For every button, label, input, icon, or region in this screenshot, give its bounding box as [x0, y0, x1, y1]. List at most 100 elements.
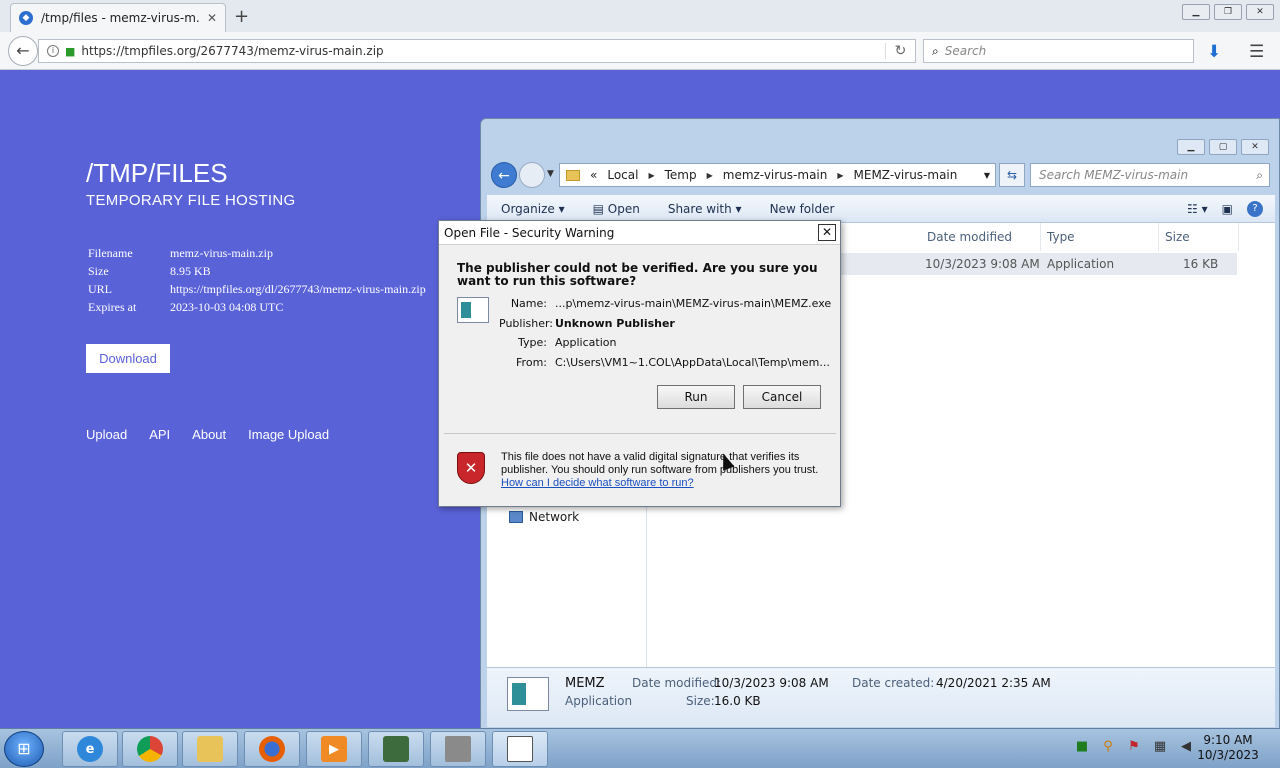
field-row: Name: ...p\memz-virus-main\MEMZ-virus-mai… — [499, 294, 831, 314]
breadcrumb-memz-virus-main[interactable]: memz-virus-main — [723, 168, 828, 182]
details-name: MEMZ — [565, 676, 605, 691]
browser-search-input[interactable]: ⌕ Search — [923, 39, 1194, 63]
file-type: Application — [1047, 257, 1115, 271]
browser-window-controls: ▁ ❐ ✕ — [1182, 4, 1274, 20]
breadcrumb-chevron-icon[interactable]: ▶ — [707, 171, 713, 180]
taskbar-firewall[interactable] — [430, 731, 486, 767]
taskbar-network-monitor[interactable] — [368, 731, 424, 767]
field-row: Type: Application — [499, 333, 831, 353]
taskbar-firefox[interactable] — [244, 731, 300, 767]
system-tray: ■ ⚲ ⚑ ▦ ◀ — [1074, 739, 1194, 755]
organize-button[interactable]: Organize ▾ — [487, 202, 579, 216]
breadcrumb-temp[interactable]: Temp — [665, 168, 697, 182]
dialog-close-button[interactable]: ✕ — [818, 224, 836, 241]
details-size-label: Size: — [686, 694, 715, 708]
explorer-refresh-icon[interactable]: ⇆ — [999, 163, 1025, 187]
start-button[interactable]: ⊞ — [4, 731, 44, 767]
cancel-button[interactable]: Cancel — [743, 385, 821, 409]
file-metadata: Filename memz-virus-main.zip Size 8.95 KB … — [88, 246, 426, 318]
breadcrumb-memz-virus-main-sub[interactable]: MEMZ-virus-main — [854, 168, 958, 182]
breadcrumb-chevron-icon[interactable]: ▶ — [648, 171, 654, 180]
nav-about[interactable]: About — [192, 427, 226, 442]
maximize-icon[interactable]: ▢ — [1209, 139, 1237, 155]
browser-tab[interactable]: ◆ /tmp/files - memz-virus-m... ✕ — [10, 3, 226, 32]
history-dropdown-icon[interactable]: ▼ — [547, 169, 554, 179]
meta-value: 2023-10-03 04:08 UTC — [170, 300, 284, 314]
back-button[interactable]: ← — [8, 36, 38, 66]
downloads-icon[interactable]: ⬇ — [1207, 42, 1221, 62]
tray-search-icon[interactable]: ⚲ — [1100, 739, 1116, 755]
application-icon — [507, 736, 533, 762]
tab-close-icon[interactable]: ✕ — [207, 11, 217, 25]
breadcrumb-overflow[interactable]: « — [590, 168, 597, 182]
close-icon[interactable]: ✕ — [1241, 139, 1269, 155]
close-icon[interactable]: ✕ — [1246, 4, 1274, 20]
hamburger-menu-icon[interactable]: ☰ — [1249, 42, 1264, 62]
site-subtitle: TEMPORARY FILE HOSTING — [86, 192, 296, 209]
explorer-forward-button[interactable] — [519, 162, 545, 188]
tray-flag-icon[interactable]: ⚑ — [1126, 739, 1142, 755]
nav-item-network[interactable]: Network — [509, 510, 579, 524]
view-options-icon[interactable]: ☷ ▾ — [1187, 202, 1208, 216]
details-pane: MEMZ Application Date modified: 10/3/202… — [487, 667, 1275, 727]
help-icon[interactable]: ? — [1247, 200, 1263, 217]
address-dropdown-icon[interactable]: ▼ — [979, 171, 995, 180]
explorer-address-bar[interactable]: « Local ▶ Temp ▶ memz-virus-main ▶ MEMZ-… — [559, 163, 996, 187]
share-with-button[interactable]: Share with ▾ — [654, 202, 756, 216]
taskbar-ie[interactable]: e — [62, 731, 118, 767]
taskbar-chrome[interactable] — [122, 731, 178, 767]
folder-icon — [566, 169, 580, 181]
nav-api[interactable]: API — [149, 427, 170, 442]
field-from-value: C:\Users\VM1~1.COL\AppData\Local\Temp\me… — [555, 355, 830, 369]
help-link[interactable]: How can I decide what software to run? — [501, 477, 694, 489]
info-icon[interactable]: i — [47, 45, 59, 57]
taskbar-clock[interactable]: 9:10 AM 10/3/2023 — [1196, 733, 1260, 763]
column-size[interactable]: Size — [1159, 223, 1239, 251]
field-row: Publisher: Unknown Publisher — [499, 314, 831, 334]
browser-navbar: i ■ https://tmpfiles.org/2677743/memz-vi… — [0, 32, 1280, 70]
reload-icon[interactable]: ↻ — [885, 43, 915, 59]
breadcrumb-local[interactable]: Local — [607, 168, 638, 182]
taskbar-media-player[interactable]: ▶ — [306, 731, 362, 767]
taskbar-security-warning[interactable] — [492, 731, 548, 767]
breadcrumb-chevron-icon[interactable]: ▶ — [837, 171, 843, 180]
folder-icon — [197, 736, 223, 762]
file-row-memz[interactable]: 10/3/2023 9:08 AM Application 16 KB — [837, 253, 1237, 275]
dialog-warning-text: This file does not have a valid digital … — [501, 451, 819, 476]
field-key: From: — [516, 355, 547, 369]
url-text[interactable]: https://tmpfiles.org/2677743/memz-virus-… — [81, 44, 879, 58]
preview-pane-icon[interactable]: ▣ — [1222, 202, 1233, 216]
column-date-modified[interactable]: Date modified — [921, 223, 1041, 251]
tray-volume-icon[interactable]: ◀ — [1178, 739, 1194, 755]
tray-network-icon[interactable]: ▦ — [1152, 739, 1168, 755]
open-button[interactable]: ▤ Open — [579, 202, 654, 216]
meta-value[interactable]: https://tmpfiles.org/dl/2677743/memz-vir… — [170, 282, 426, 300]
new-folder-button[interactable]: New folder — [756, 202, 849, 216]
details-created-label: Date created: — [852, 676, 935, 690]
nav-image-upload[interactable]: Image Upload — [248, 427, 329, 442]
explorer-back-button[interactable]: ← — [491, 162, 517, 188]
restore-icon[interactable]: ❐ — [1214, 4, 1242, 20]
details-modified-label: Date modified: — [632, 676, 722, 690]
taskbar-explorer[interactable] — [182, 731, 238, 767]
download-button[interactable]: Download — [86, 344, 170, 373]
tray-app-icon[interactable]: ■ — [1074, 739, 1090, 755]
explorer-search-placeholder: Search MEMZ-virus-main — [1039, 168, 1189, 182]
search-icon: ⌕ — [932, 43, 939, 58]
minimize-icon[interactable]: ▁ — [1177, 139, 1205, 155]
media-player-icon: ▶ — [321, 736, 347, 762]
field-type-value: Application — [555, 336, 617, 350]
nav-upload[interactable]: Upload — [86, 427, 127, 442]
minimize-icon[interactable]: ▁ — [1182, 4, 1210, 20]
site-nav: Upload API About Image Upload — [86, 427, 329, 442]
new-tab-button[interactable]: + — [234, 6, 249, 27]
explorer-search-input[interactable]: Search MEMZ-virus-main ⌕ — [1030, 163, 1270, 187]
url-bar[interactable]: i ■ https://tmpfiles.org/2677743/memz-vi… — [38, 39, 916, 63]
clock-date: 10/3/2023 — [1197, 748, 1259, 762]
meta-key: URL — [88, 282, 112, 296]
clock-time: 9:10 AM — [1203, 733, 1253, 747]
field-name-value: ...p\memz-virus-main\MEMZ-virus-main\MEM… — [555, 297, 832, 311]
column-type[interactable]: Type — [1041, 223, 1159, 251]
run-button[interactable]: Run — [657, 385, 735, 409]
dialog-fields: Name: ...p\memz-virus-main\MEMZ-virus-mai… — [499, 294, 831, 372]
